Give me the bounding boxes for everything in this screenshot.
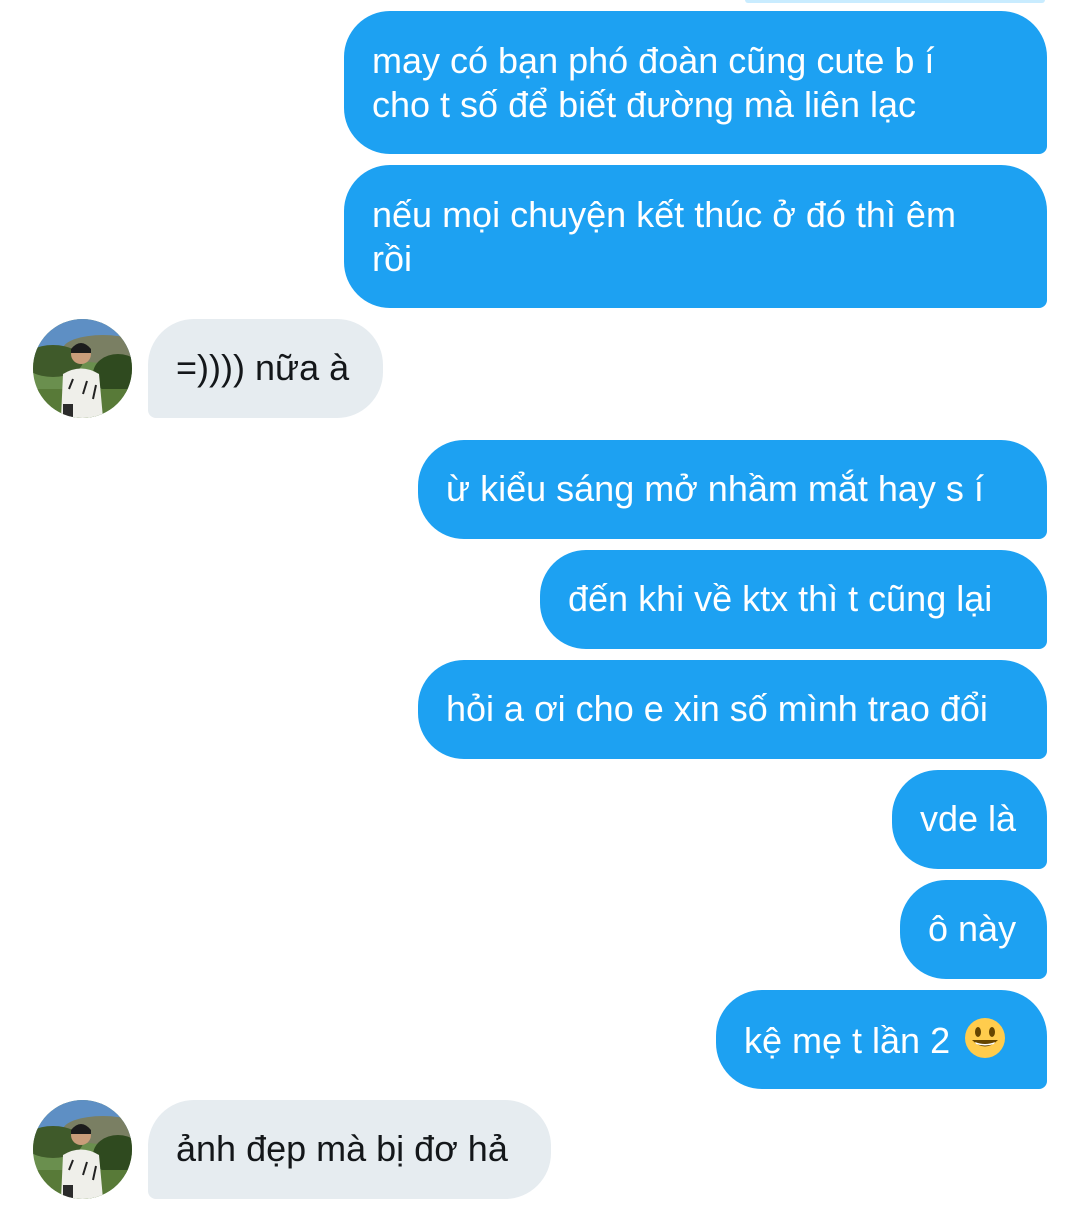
sent-message[interactable]: may có bạn phó đoàn cũng cute b í cho t … <box>344 11 1047 154</box>
message-text: ảnh đẹp mà bị đơ hả <box>176 1128 508 1169</box>
message-text-line: rồi <box>372 238 413 279</box>
sent-message[interactable]: vde là <box>892 770 1047 869</box>
sent-message[interactable]: kệ mẹ t lần 2 <box>716 990 1047 1089</box>
message-text: =)))) nữa à <box>176 347 350 388</box>
received-message[interactable]: =)))) nữa à <box>148 319 383 418</box>
message-text-line: nếu mọi chuyện kết thúc ở đó thì êm <box>372 194 956 235</box>
previous-message-edge <box>745 0 1045 3</box>
smiley-face-icon <box>964 1017 1006 1059</box>
message-text: ừ kiểu sáng mở nhầm mắt hay s í <box>446 468 984 509</box>
user-avatar[interactable] <box>33 1100 132 1199</box>
user-avatar[interactable] <box>33 319 132 418</box>
received-message[interactable]: ảnh đẹp mà bị đơ hả <box>148 1100 551 1199</box>
sent-message[interactable]: hỏi a ơi cho e xin số mình trao đổi <box>418 660 1047 759</box>
message-text: ô này <box>928 908 1017 949</box>
message-thread: may có bạn phó đoàn cũng cute b í cho t … <box>0 0 1080 1214</box>
message-text: vde là <box>920 798 1017 839</box>
sent-message[interactable]: đến khi về ktx thì t cũng lại <box>540 550 1047 649</box>
message-text: hỏi a ơi cho e xin số mình trao đổi <box>446 688 988 729</box>
sent-message[interactable]: ô này <box>900 880 1047 979</box>
sent-message[interactable]: nếu mọi chuyện kết thúc ở đó thì êm rồi <box>344 165 1047 308</box>
message-text: đến khi về ktx thì t cũng lại <box>568 578 993 619</box>
message-text: kệ mẹ t lần 2 <box>744 1020 951 1061</box>
message-text-line: may có bạn phó đoàn cũng cute b í <box>372 40 935 81</box>
message-text-line: cho t số để biết đường mà liên lạc <box>372 84 917 125</box>
sent-message[interactable]: ừ kiểu sáng mở nhầm mắt hay s í <box>418 440 1047 539</box>
